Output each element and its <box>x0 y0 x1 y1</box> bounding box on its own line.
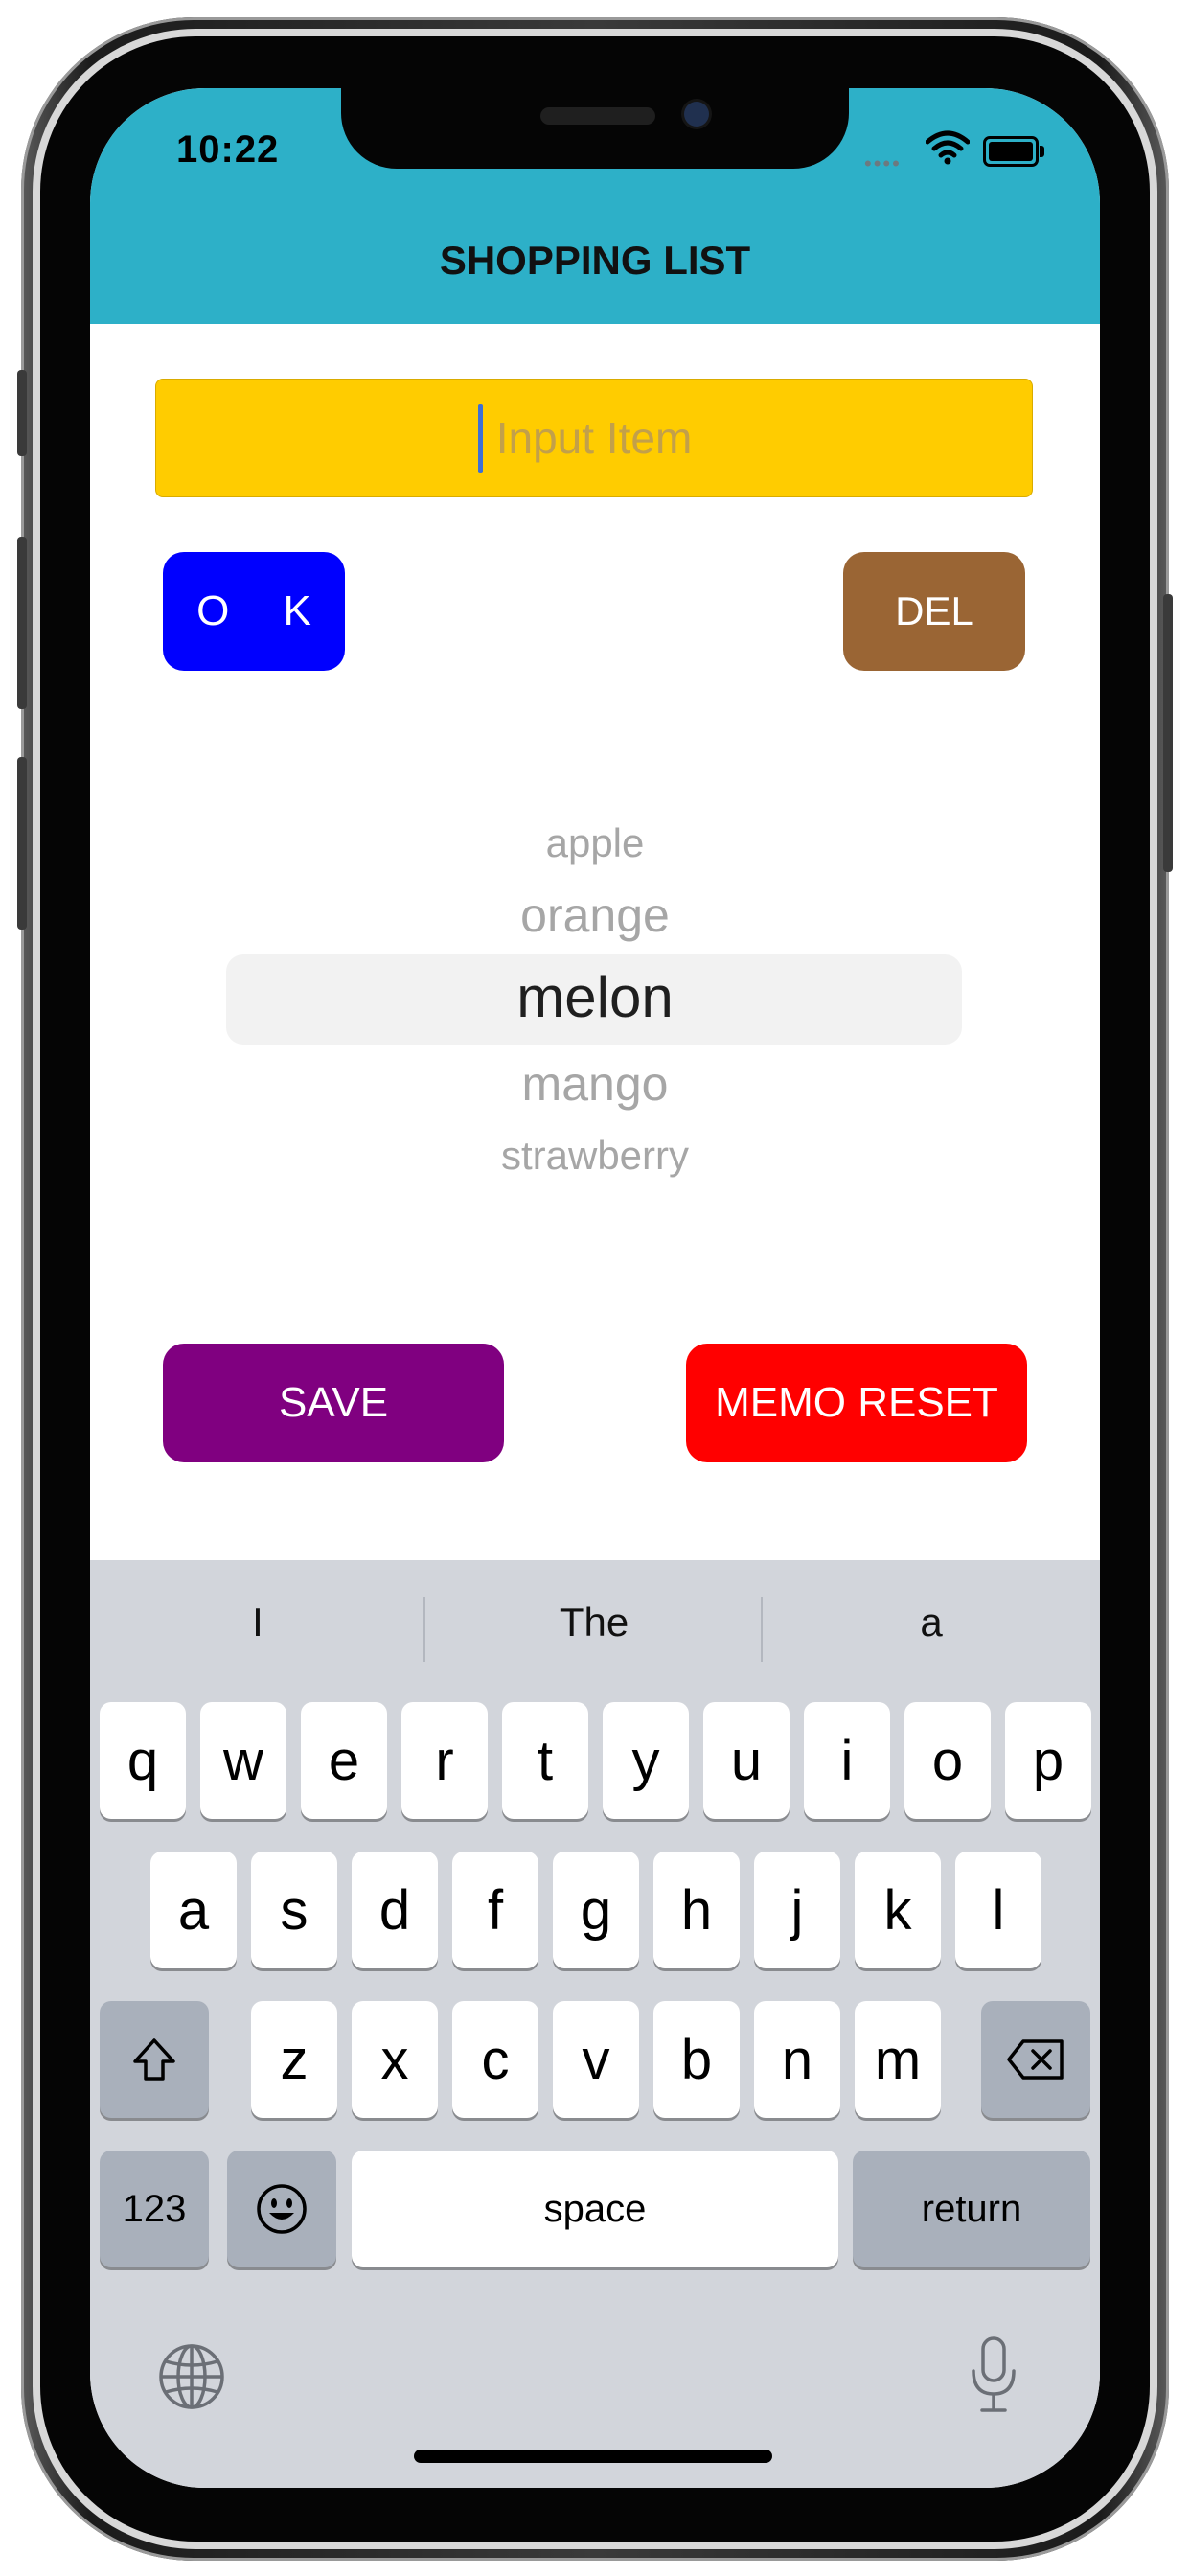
backspace-key[interactable] <box>981 2001 1090 2118</box>
suggestion-item[interactable]: a <box>763 1564 1100 1681</box>
suggestion-item[interactable]: The <box>425 1564 763 1681</box>
item-input[interactable] <box>156 411 1032 465</box>
numbers-key[interactable]: 123 <box>100 2150 209 2267</box>
key-l[interactable]: l <box>955 1852 1041 1968</box>
battery-icon <box>983 136 1044 167</box>
picker-item[interactable]: orange <box>90 887 1100 943</box>
volume-up-button <box>17 537 27 709</box>
power-button <box>1163 594 1173 872</box>
backspace-icon <box>1007 2039 1064 2080</box>
key-v[interactable]: v <box>553 2001 639 2118</box>
key-m[interactable]: m <box>855 2001 941 2118</box>
speaker-grille <box>540 107 655 125</box>
key-p[interactable]: p <box>1005 1702 1091 1819</box>
return-key[interactable]: return <box>853 2150 1090 2267</box>
key-a[interactable]: a <box>150 1852 237 1968</box>
emoji-key[interactable] <box>227 2150 336 2267</box>
key-c[interactable]: c <box>452 2001 538 2118</box>
volume-down-button <box>17 757 27 930</box>
page-title: SHOPPING LIST <box>439 238 751 283</box>
key-k[interactable]: k <box>855 1852 941 1968</box>
picker-item[interactable]: apple <box>90 820 1100 866</box>
save-button[interactable]: SAVE <box>163 1344 504 1462</box>
key-y[interactable]: y <box>603 1702 689 1819</box>
notch <box>341 88 849 169</box>
key-n[interactable]: n <box>754 2001 840 2118</box>
picker-item-selected[interactable]: melon <box>90 964 1100 1030</box>
key-e[interactable]: e <box>301 1702 387 1819</box>
key-t[interactable]: t <box>502 1702 588 1819</box>
key-j[interactable]: j <box>754 1852 840 1968</box>
space-key[interactable]: space <box>352 2150 838 2267</box>
key-s[interactable]: s <box>251 1852 337 1968</box>
cellular-signal-icon: •••• <box>864 151 902 175</box>
delete-button[interactable]: DEL <box>843 552 1025 671</box>
emoji-icon <box>257 2184 307 2234</box>
item-input-field[interactable] <box>155 379 1033 497</box>
front-camera <box>684 102 709 126</box>
suggestion-item[interactable]: I <box>90 1564 425 1681</box>
key-b[interactable]: b <box>653 2001 740 2118</box>
key-w[interactable]: w <box>200 1702 286 1819</box>
home-indicator[interactable] <box>414 2450 772 2463</box>
globe-icon[interactable] <box>157 2342 226 2416</box>
key-g[interactable]: g <box>553 1852 639 1968</box>
wifi-icon <box>925 130 971 170</box>
key-x[interactable]: x <box>352 2001 438 2118</box>
text-cursor <box>478 404 483 473</box>
screen: 10:22 •••• SHOPPING LIST O K DEL apple o… <box>90 88 1100 2488</box>
key-u[interactable]: u <box>703 1702 790 1819</box>
key-f[interactable]: f <box>452 1852 538 1968</box>
ok-button[interactable]: O K <box>163 552 345 671</box>
key-d[interactable]: d <box>352 1852 438 1968</box>
key-i[interactable]: i <box>804 1702 890 1819</box>
status-time: 10:22 <box>176 128 280 171</box>
shift-icon <box>133 2038 175 2081</box>
key-o[interactable]: o <box>904 1702 991 1819</box>
picker-item[interactable]: mango <box>90 1056 1100 1112</box>
picker-item[interactable]: strawberry <box>90 1133 1100 1179</box>
memo-reset-button[interactable]: MEMO RESET <box>686 1344 1027 1462</box>
key-z[interactable]: z <box>251 2001 337 2118</box>
microphone-icon[interactable] <box>968 2334 1019 2420</box>
mute-switch <box>17 370 27 456</box>
shift-key[interactable] <box>100 2001 209 2118</box>
key-r[interactable]: r <box>401 1702 488 1819</box>
key-h[interactable]: h <box>653 1852 740 1968</box>
key-q[interactable]: q <box>100 1702 186 1819</box>
